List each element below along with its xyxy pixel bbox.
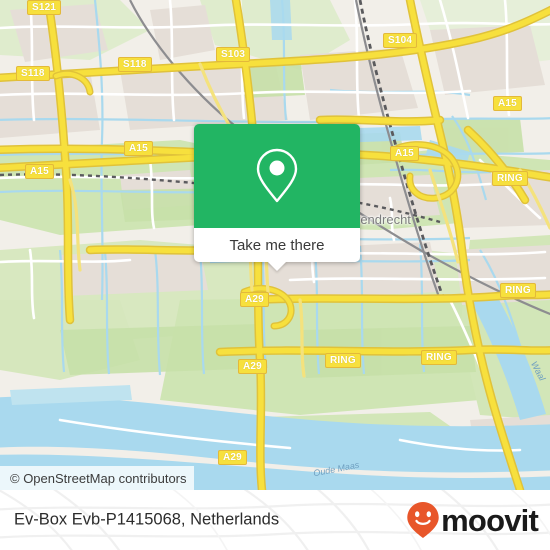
road-shield-a29: A29 [218,450,247,465]
road-shield-s103: S103 [216,47,251,62]
road-shield-s118: S118 [16,66,50,81]
map-canvas[interactable]: S121 S118 S118 S103 S104 A15 A15 A15 A15 RING RING… [0,0,550,490]
map-pin-icon [256,148,298,203]
road-shield-a15: A15 [124,141,153,156]
road-shield-a29: A29 [240,292,269,307]
location-popup-card: Take me there [194,124,360,271]
page-title: Ev-Box Evb-P1415068, Netherlands [14,510,280,529]
road-shield-ring: RING [500,283,536,298]
moovit-logo[interactable]: moovit [406,501,539,539]
road-shield-a15: A15 [390,146,419,161]
road-shield-a29: A29 [238,359,267,374]
moovit-smiley-pin-icon [407,502,439,538]
road-shield-s118: S118 [118,57,152,72]
road-shield-ring: RING [492,171,528,186]
moovit-wordmark: moovit [441,502,539,538]
moovit-location-card: S121 S118 S118 S103 S104 A15 A15 A15 A15 RING RING… [0,0,550,550]
osm-attribution[interactable]: © OpenStreetMap contributors [0,466,194,490]
road-shield-ring: RING [421,350,457,365]
popup-pointer-tail [267,261,287,271]
road-shield-ring: RING [325,353,361,368]
popup-icon-area [194,124,360,228]
footer-bar: Ev-Box Evb-P1415068, Netherlands moovit [0,490,550,550]
osm-attribution-text: © OpenStreetMap contributors [10,470,187,486]
road-shield-a15: A15 [25,164,54,179]
place-label: rendrecht [356,212,411,227]
take-me-there-label: Take me there [229,236,325,254]
road-shield-a15: A15 [493,96,522,111]
take-me-there-button[interactable]: Take me there [194,228,360,271]
road-shield-s121: S121 [27,0,62,15]
road-shield-s104: S104 [383,33,418,48]
